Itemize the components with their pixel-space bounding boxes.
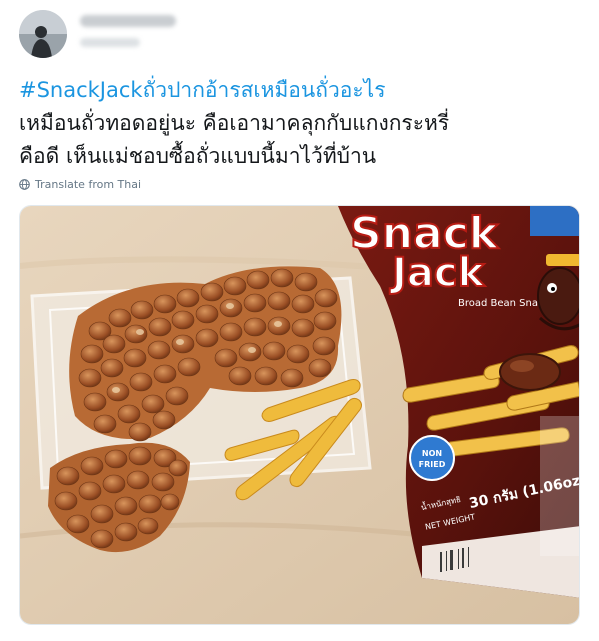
non-fried-badge: NON FRIED xyxy=(409,435,455,481)
avatar[interactable] xyxy=(19,10,67,58)
brand-text-bottom: Jack xyxy=(389,250,486,296)
translate-label: Translate from Thai xyxy=(35,178,142,191)
package-subtitle: Broad Bean Snack xyxy=(458,298,549,309)
tweet-text-line: คือดี เห็นแม่ชอบซื้อถั่วแบบนี้มาไว้ที่บ้… xyxy=(19,144,377,168)
hashtag-link[interactable]: #SnackJackถั่วปากอ้ารสเหมือนถั่วอะไร xyxy=(19,74,584,107)
tweet-text: #SnackJackถั่วปากอ้ารสเหมือนถั่วอะไร เหม… xyxy=(19,74,584,173)
user-name[interactable] xyxy=(80,15,176,27)
translate-link[interactable]: Translate from Thai xyxy=(19,178,141,191)
user-handle[interactable] xyxy=(80,38,140,47)
tweet-text-line: เหมือนถั่วทอดอยู่นะ คือเอามาคลุกกับแกงกร… xyxy=(19,111,450,135)
photo-image: Snack Jack Broad Bean Snack NON FRIED น้… xyxy=(20,206,579,624)
badge-line-1: NON xyxy=(422,449,442,458)
tweet-photo[interactable]: Snack Jack Broad Bean Snack NON FRIED น้… xyxy=(19,205,580,625)
tweet-card: #SnackJackถั่วปากอ้ารสเหมือนถั่วอะไร เหม… xyxy=(0,0,599,641)
badge-line-2: FRIED xyxy=(419,460,446,469)
avatar-image xyxy=(19,10,67,58)
globe-icon xyxy=(19,179,30,190)
